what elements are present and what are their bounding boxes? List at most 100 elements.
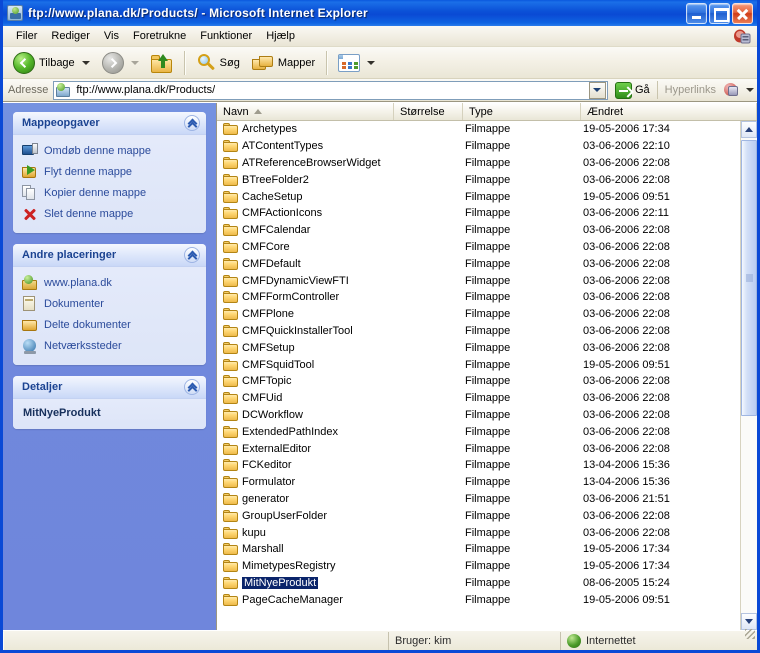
table-row[interactable]: GroupUserFolderFilmappe03-06-2006 22:08 xyxy=(217,507,740,524)
address-chevron-down-icon[interactable] xyxy=(589,82,606,99)
menu-item-funktioner[interactable]: Funktioner xyxy=(193,28,259,45)
file-modified-cell: 03-06-2006 22:08 xyxy=(581,443,740,455)
column-header-stoerrelse[interactable]: Størrelse xyxy=(394,103,463,120)
table-row[interactable]: PageCacheManagerFilmappe19-05-2006 09:51 xyxy=(217,591,740,608)
table-row[interactable]: CMFDynamicViewFTIFilmappe03-06-2006 22:0… xyxy=(217,272,740,289)
file-name-cell: CMFQuickInstallerTool xyxy=(217,325,394,337)
table-row[interactable]: MimetypesRegistryFilmappe19-05-2006 17:3… xyxy=(217,558,740,575)
folders-button[interactable]: Mapper xyxy=(246,50,321,76)
table-row[interactable]: CMFQuickInstallerToolFilmappe03-06-2006 … xyxy=(217,323,740,340)
go-button[interactable]: Gå xyxy=(611,80,654,100)
table-row[interactable]: generatorFilmappe03-06-2006 21:51 xyxy=(217,491,740,508)
table-row[interactable]: CMFUidFilmappe03-06-2006 22:08 xyxy=(217,390,740,407)
task-rename-folder[interactable]: Omdøb denne mappe xyxy=(22,141,199,162)
table-row[interactable]: ExternalEditorFilmappe03-06-2006 22:08 xyxy=(217,440,740,457)
file-name-cell: CMFSetup xyxy=(217,342,394,354)
table-row[interactable]: ATReferenceBrowserWidgetFilmappe03-06-20… xyxy=(217,155,740,172)
task-move-folder[interactable]: Flyt denne mappe xyxy=(22,162,199,183)
messenger-toolbar-icon[interactable] xyxy=(723,82,740,99)
minimize-button[interactable] xyxy=(686,3,707,24)
status-zone[interactable]: Internettet xyxy=(561,632,743,650)
file-modified-cell: 03-06-2006 22:08 xyxy=(581,325,740,337)
table-row[interactable]: BTreeFolder2Filmappe03-06-2006 22:08 xyxy=(217,171,740,188)
menu-item-rediger[interactable]: Rediger xyxy=(44,28,97,45)
place-website[interactable]: www.plana.dk xyxy=(22,273,199,294)
forward-history-chevron-down-icon[interactable] xyxy=(131,61,139,65)
column-header-aendret[interactable]: Ændret xyxy=(581,103,757,120)
back-history-chevron-down-icon[interactable] xyxy=(82,61,90,65)
go-arrow-icon xyxy=(615,82,632,99)
content-area: Mappeopgaver Omdøb denne mappe Flyt denn… xyxy=(3,102,757,630)
table-row[interactable]: CMFActionIconsFilmappe03-06-2006 22:11 xyxy=(217,205,740,222)
hyperlinks-label[interactable]: Hyperlinks xyxy=(661,84,720,96)
file-name-label: CMFPlone xyxy=(242,308,294,320)
file-name-label: ExtendedPathIndex xyxy=(242,426,338,438)
table-row[interactable]: CMFTopicFilmappe03-06-2006 22:08 xyxy=(217,373,740,390)
scrollbar-thumb[interactable] xyxy=(741,140,757,416)
table-row[interactable]: DCWorkflowFilmappe03-06-2006 22:08 xyxy=(217,407,740,424)
table-row[interactable]: CMFFormControllerFilmappe03-06-2006 22:0… xyxy=(217,289,740,306)
file-name-cell: MitNyeProdukt xyxy=(217,577,394,589)
forward-button[interactable] xyxy=(96,50,145,76)
search-button[interactable]: Søg xyxy=(190,50,246,76)
table-row[interactable]: kupuFilmappe03-06-2006 22:08 xyxy=(217,524,740,541)
table-row[interactable]: ATContentTypesFilmappe03-06-2006 22:10 xyxy=(217,138,740,155)
table-row[interactable]: CMFSetupFilmappe03-06-2006 22:08 xyxy=(217,339,740,356)
file-modified-cell: 03-06-2006 22:08 xyxy=(581,241,740,253)
vertical-scrollbar[interactable] xyxy=(740,121,757,630)
column-header-type[interactable]: Type xyxy=(463,103,581,120)
details-header[interactable]: Detaljer xyxy=(13,376,206,399)
column-header-aendret-label: Ændret xyxy=(587,106,623,118)
other-places-body: www.plana.dk Dokumenter Delte dokumenter… xyxy=(13,267,206,365)
collapse-chevron-up-icon[interactable] xyxy=(184,379,200,395)
scroll-down-button[interactable] xyxy=(741,613,757,630)
menu-item-filer[interactable]: Filer xyxy=(9,28,44,45)
table-row[interactable]: CMFDefaultFilmappe03-06-2006 22:08 xyxy=(217,255,740,272)
collapse-chevron-up-icon[interactable] xyxy=(184,115,200,131)
scroll-up-button[interactable] xyxy=(741,121,757,138)
table-row[interactable]: ArchetypesFilmappe19-05-2006 17:34 xyxy=(217,121,740,138)
file-name-label: PageCacheManager xyxy=(242,594,343,606)
scrollbar-track[interactable] xyxy=(741,138,757,613)
other-places-header[interactable]: Andre placeringer xyxy=(13,244,206,267)
table-row[interactable]: CMFSquidToolFilmappe19-05-2006 09:51 xyxy=(217,356,740,373)
toolbar-overflow-chevron-down-icon[interactable] xyxy=(746,88,754,92)
up-one-level-button[interactable] xyxy=(145,50,179,76)
file-type-cell: Filmappe xyxy=(463,577,581,589)
table-row[interactable]: MitNyeProduktFilmappe08-06-2005 15:24 xyxy=(217,575,740,592)
close-button[interactable] xyxy=(732,3,753,24)
table-row[interactable]: MarshallFilmappe19-05-2006 17:34 xyxy=(217,541,740,558)
task-delete-folder[interactable]: Slet denne mappe xyxy=(22,204,199,225)
file-name-label: generator xyxy=(242,493,289,505)
menu-item-vis[interactable]: Vis xyxy=(97,28,126,45)
table-row[interactable]: CMFCoreFilmappe03-06-2006 22:08 xyxy=(217,239,740,256)
views-chevron-down-icon[interactable] xyxy=(367,61,375,65)
maximize-button[interactable] xyxy=(709,3,730,24)
file-name-cell: CMFDynamicViewFTI xyxy=(217,275,394,287)
views-button[interactable] xyxy=(332,50,381,76)
table-row[interactable]: CMFCalendarFilmappe03-06-2006 22:08 xyxy=(217,222,740,239)
folder-tasks-header[interactable]: Mappeopgaver xyxy=(13,112,206,135)
table-row[interactable]: FCKeditorFilmappe13-04-2006 15:36 xyxy=(217,457,740,474)
place-network[interactable]: Netværkssteder xyxy=(22,336,199,357)
table-row[interactable]: CMFPloneFilmappe03-06-2006 22:08 xyxy=(217,306,740,323)
table-row[interactable]: FormulatorFilmappe13-04-2006 15:36 xyxy=(217,474,740,491)
messenger-icon[interactable] xyxy=(733,28,751,45)
file-rows: ArchetypesFilmappe19-05-2006 17:34ATCont… xyxy=(217,121,740,630)
details-selected-item: MitNyeProdukt xyxy=(23,407,199,419)
menu-item-foretrukne[interactable]: Foretrukne xyxy=(126,28,193,45)
column-header-navn[interactable]: Navn xyxy=(217,103,394,120)
status-zone-label: Internettet xyxy=(586,635,636,647)
table-row[interactable]: ExtendedPathIndexFilmappe03-06-2006 22:0… xyxy=(217,423,740,440)
table-row[interactable]: CacheSetupFilmappe19-05-2006 09:51 xyxy=(217,188,740,205)
place-documents[interactable]: Dokumenter xyxy=(22,294,199,315)
place-shared-documents[interactable]: Delte dokumenter xyxy=(22,315,199,336)
menu-item-hjaelp[interactable]: Hjælp xyxy=(259,28,302,45)
status-message xyxy=(3,632,389,650)
file-modified-cell: 03-06-2006 22:11 xyxy=(581,207,740,219)
folder-icon xyxy=(223,459,238,471)
back-button[interactable]: Tilbage xyxy=(7,50,96,76)
address-input[interactable]: ftp://www.plana.dk/Products/ xyxy=(53,81,608,100)
task-copy-folder[interactable]: Kopier denne mappe xyxy=(22,183,199,204)
collapse-chevron-up-icon[interactable] xyxy=(184,247,200,263)
